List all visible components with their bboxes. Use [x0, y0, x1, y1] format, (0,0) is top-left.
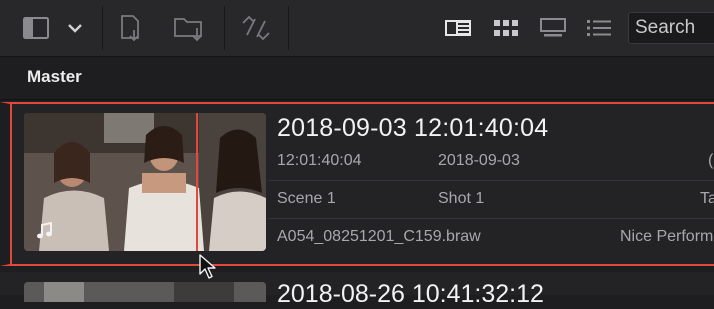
clip-title: 2018-09-03 12:01:40:04: [277, 114, 549, 142]
clip-thumbnail[interactable]: [24, 282, 266, 302]
thumbnail-view-icon[interactable]: [492, 10, 520, 46]
selection-border: [10, 102, 12, 266]
sidebar-toggle-icon[interactable]: [20, 10, 52, 46]
clip-filename: A054_08251201_C159.braw: [277, 228, 481, 245]
music-note-icon: [36, 221, 54, 245]
metadata-view-icon[interactable]: [442, 10, 474, 46]
sync-icon[interactable]: [238, 10, 274, 46]
toolbar-divider: [102, 6, 103, 50]
toolbar-divider: [224, 6, 225, 50]
chevron-down-icon[interactable]: [60, 10, 90, 46]
strip-view-icon[interactable]: [538, 10, 568, 46]
playhead-scrub-line[interactable]: [196, 113, 198, 251]
clip-take: Ta: [700, 190, 714, 207]
bin-header: Master: [0, 57, 714, 100]
import-clip-icon[interactable]: [116, 10, 146, 46]
clip-comment: Nice Perform: [620, 228, 714, 245]
import-folder-icon[interactable]: [172, 10, 208, 46]
search-placeholder: Search: [635, 17, 696, 38]
clip-shot: Shot 1: [438, 190, 485, 207]
mouse-cursor-icon: [199, 254, 217, 285]
clip-date: 2018-09-03: [438, 152, 520, 169]
clip-thumbnail[interactable]: [24, 113, 266, 251]
meta-divider: [268, 218, 714, 219]
clip-timecode: 12:01:40:04: [277, 152, 362, 169]
clip-meta-col3: (: [708, 152, 714, 169]
toolbar-divider: [288, 6, 289, 50]
search-input[interactable]: Search: [628, 12, 714, 44]
list-view-icon[interactable]: [584, 10, 614, 46]
toolbar: Search: [0, 0, 714, 57]
bin-title[interactable]: Master: [27, 67, 82, 87]
meta-divider: [268, 180, 714, 181]
clip-scene: Scene 1: [277, 190, 336, 207]
